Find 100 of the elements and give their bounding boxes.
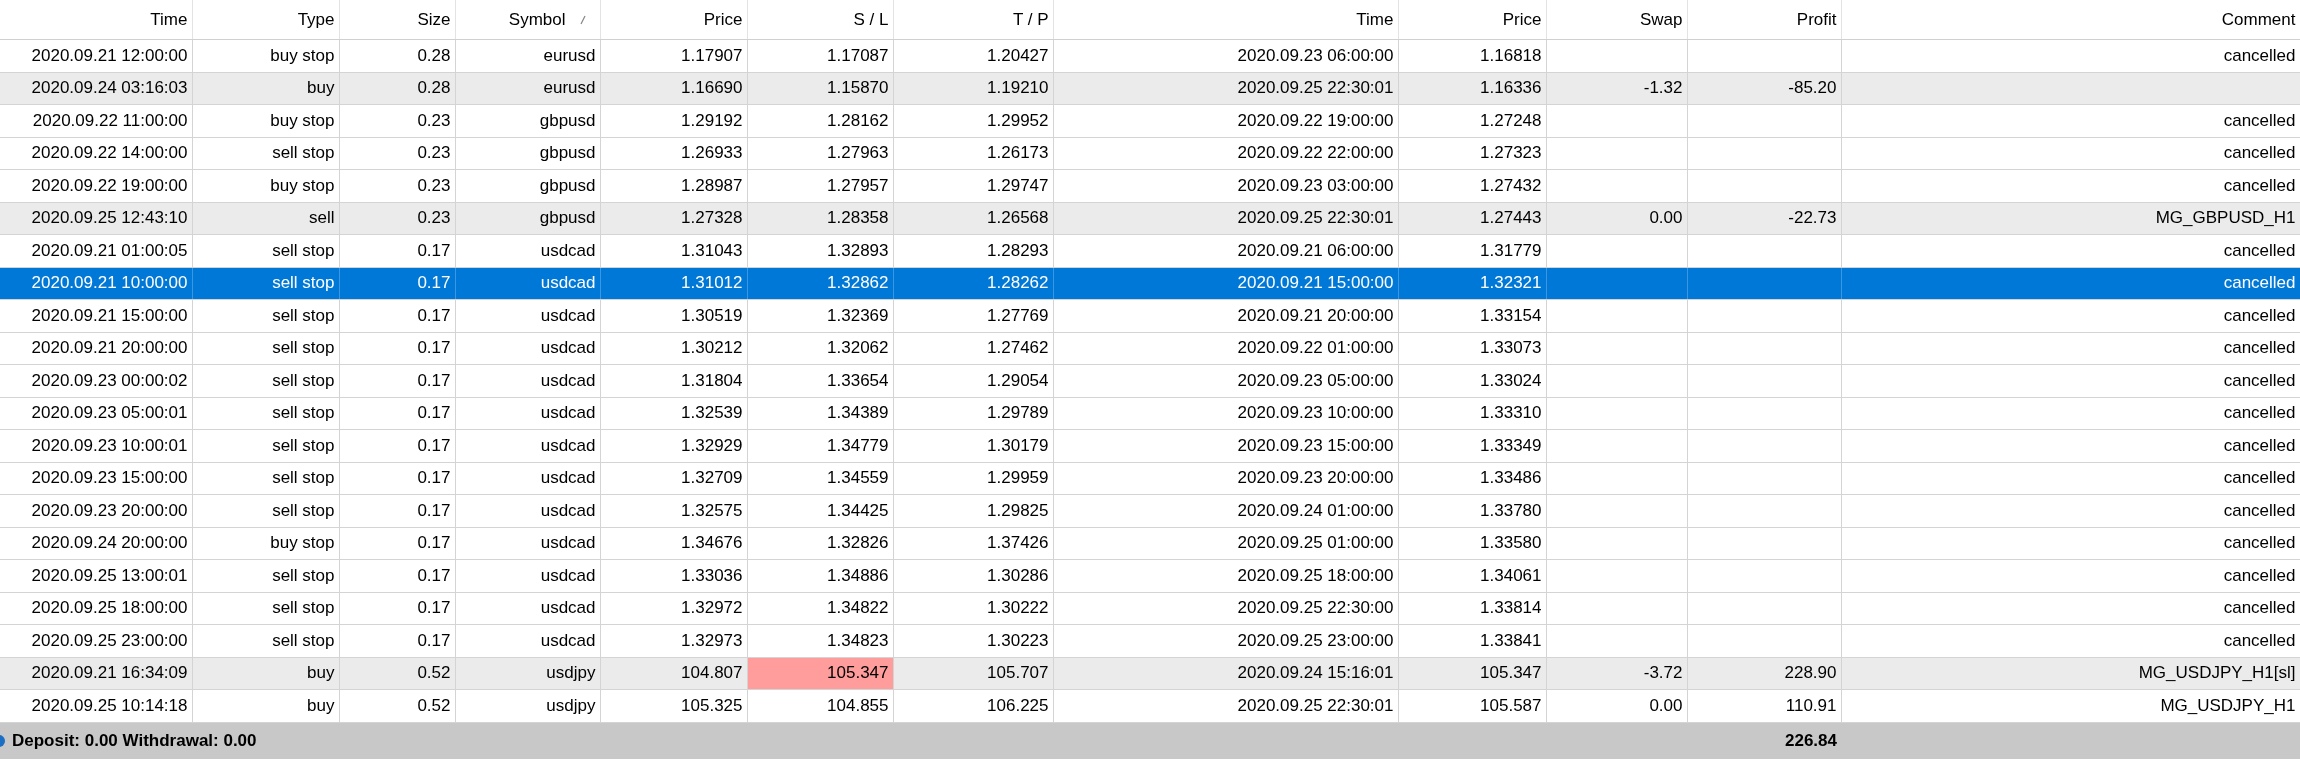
deposit-summary: Deposit: 0.00 Withdrawal: 0.00 — [12, 730, 257, 751]
table-row[interactable]: 2020.09.22 11:00:00 buy stop 0.23 gbpusd 1.29192 1.28162 1.29952 2020.09.22 19:00:00 1.27248 cancelled — [0, 104, 2300, 137]
table-cell: cancelled — [1841, 592, 2300, 625]
column-header[interactable]: T / P — [893, 0, 1053, 40]
table-cell: buy stop — [192, 39, 339, 72]
table-row[interactable]: 2020.09.23 05:00:01 sell stop 0.17 usdcad 1.32539 1.34389 1.29789 2020.09.23 10:00:00 1.33310 cancelled — [0, 397, 2300, 430]
table-cell: 1.33349 — [1398, 429, 1546, 462]
table-row[interactable]: 2020.09.23 10:00:01 sell stop 0.17 usdcad 1.32929 1.34779 1.30179 2020.09.23 15:00:00 1.33349 cancelled — [0, 429, 2300, 462]
table-cell: 0.17 — [339, 397, 455, 430]
table-cell: 105.347 — [747, 657, 893, 690]
table-cell: 2020.09.21 15:00:00 — [1053, 267, 1398, 300]
column-header[interactable]: Price — [600, 0, 747, 40]
table-cell: 104.855 — [747, 689, 893, 722]
table-cell: sell stop — [192, 429, 339, 462]
table-cell: 1.32893 — [747, 234, 893, 267]
table-row[interactable]: 2020.09.21 01:00:05 sell stop 0.17 usdcad 1.31043 1.32893 1.28293 2020.09.21 06:00:00 1.31779 cancelled — [0, 234, 2300, 267]
table-row[interactable]: 2020.09.21 12:00:00 buy stop 0.28 eurusd 1.17907 1.17087 1.20427 2020.09.23 06:00:00 1.16818 cancelled — [0, 39, 2300, 72]
table-cell: 1.34822 — [747, 592, 893, 625]
table-cell: 2020.09.23 15:00:00 — [1053, 429, 1398, 462]
table-row[interactable]: 2020.09.25 23:00:00 sell stop 0.17 usdcad 1.32973 1.34823 1.30223 2020.09.25 23:00:00 1.33841 cancelled — [0, 624, 2300, 657]
table-cell: buy — [192, 72, 339, 105]
table-cell: 2020.09.21 10:00:00 — [0, 267, 192, 300]
table-cell: 2020.09.22 14:00:00 — [0, 137, 192, 170]
column-header[interactable]: Price — [1398, 0, 1546, 40]
table-cell: 228.90 — [1687, 657, 1841, 690]
column-header[interactable]: S / L — [747, 0, 893, 40]
table-cell: 1.28358 — [747, 202, 893, 235]
table-cell: 1.33073 — [1398, 332, 1546, 365]
table-cell: 1.15870 — [747, 72, 893, 105]
table-cell: 2020.09.22 11:00:00 — [0, 104, 192, 137]
table-cell: 0.17 — [339, 267, 455, 300]
table-cell: 1.32062 — [747, 332, 893, 365]
table-row[interactable]: 2020.09.23 20:00:00 sell stop 0.17 usdcad 1.32575 1.34425 1.29825 2020.09.24 01:00:00 1.33780 cancelled — [0, 494, 2300, 527]
table-row[interactable]: 2020.09.25 12:43:10 sell 0.23 gbpusd 1.27328 1.28358 1.26568 2020.09.25 22:30:01 1.27443 0.00 -22.73 MG_GBPUSD_H1 — [0, 202, 2300, 235]
table-row[interactable]: 2020.09.25 10:14:18 buy 0.52 usdjpy 105.325 104.855 106.225 2020.09.25 22:30:01 105.587 0.00 110.91 MG_USDJPY_H1 — [0, 689, 2300, 722]
total-profit: 226.84 — [1687, 722, 1841, 759]
table-cell: 1.27769 — [893, 299, 1053, 332]
table-row[interactable]: 2020.09.21 15:00:00 sell stop 0.17 usdcad 1.30519 1.32369 1.27769 2020.09.21 20:00:00 1.33154 cancelled — [0, 299, 2300, 332]
table-cell: 1.32973 — [600, 624, 747, 657]
table-cell: 1.37426 — [893, 527, 1053, 560]
table-cell: 104.807 — [600, 657, 747, 690]
table-cell: 1.17087 — [747, 39, 893, 72]
table-cell: sell stop — [192, 234, 339, 267]
table-row[interactable]: 2020.09.22 19:00:00 buy stop 0.23 gbpusd 1.28987 1.27957 1.29747 2020.09.23 03:00:00 1.27432 cancelled — [0, 169, 2300, 202]
table-row[interactable]: 2020.09.25 13:00:01 sell stop 0.17 usdcad 1.33036 1.34886 1.30286 2020.09.25 18:00:00 1.34061 cancelled — [0, 559, 2300, 592]
table-cell: 1.16690 — [600, 72, 747, 105]
table-cell: 1.27432 — [1398, 169, 1546, 202]
table-cell: sell stop — [192, 624, 339, 657]
table-cell: usdcad — [455, 299, 600, 332]
table-cell: cancelled — [1841, 559, 2300, 592]
table-cell: 1.29789 — [893, 397, 1053, 430]
table-cell: cancelled — [1841, 494, 2300, 527]
table-cell: 0.17 — [339, 559, 455, 592]
column-header[interactable]: Type — [192, 0, 339, 40]
table-cell: -1.32 — [1546, 72, 1687, 105]
table-cell: sell stop — [192, 332, 339, 365]
table-cell: MG_USDJPY_H1 — [1841, 689, 2300, 722]
column-header[interactable]: Swap — [1546, 0, 1687, 40]
table-row[interactable]: 2020.09.21 10:00:00 sell stop 0.17 usdcad 1.31012 1.32862 1.28262 2020.09.21 15:00:00 1.32321 cancelled — [0, 267, 2300, 300]
table-cell: 2020.09.25 22:30:01 — [1053, 202, 1398, 235]
table-row[interactable]: 2020.09.21 20:00:00 sell stop 0.17 usdcad 1.30212 1.32062 1.27462 2020.09.22 01:00:00 1.33073 cancelled — [0, 332, 2300, 365]
table-cell: 0.00 — [1546, 689, 1687, 722]
table-row[interactable]: 2020.09.22 14:00:00 sell stop 0.23 gbpusd 1.26933 1.27963 1.26173 2020.09.22 22:00:00 1.27323 cancelled — [0, 137, 2300, 170]
table-row[interactable]: 2020.09.24 03:16:03 buy 0.28 eurusd 1.16690 1.15870 1.19210 2020.09.25 22:30:01 1.16336 -1.32 -85.20 — [0, 72, 2300, 105]
table-cell: 2020.09.21 15:00:00 — [0, 299, 192, 332]
table-cell: 2020.09.22 19:00:00 — [1053, 104, 1398, 137]
table-cell: 2020.09.21 20:00:00 — [0, 332, 192, 365]
table-cell: usdcad — [455, 267, 600, 300]
table-cell: 2020.09.23 00:00:02 — [0, 364, 192, 397]
table-row[interactable]: 2020.09.21 16:34:09 buy 0.52 usdjpy 104.807 105.347 105.707 2020.09.24 15:16:01 105.347 -3.72 228.90 MG_USDJPY_H1[sl] — [0, 657, 2300, 690]
column-header[interactable]: Profit — [1687, 0, 1841, 40]
table-cell: -3.72 — [1546, 657, 1687, 690]
table-row[interactable]: 2020.09.25 18:00:00 sell stop 0.17 usdcad 1.32972 1.34822 1.30222 2020.09.25 22:30:00 1.33814 cancelled — [0, 592, 2300, 625]
table-row[interactable]: 2020.09.24 20:00:00 buy stop 0.17 usdcad 1.34676 1.32826 1.37426 2020.09.25 01:00:00 1.33580 cancelled — [0, 527, 2300, 560]
table-cell: 2020.09.23 05:00:01 — [0, 397, 192, 430]
table-cell: cancelled — [1841, 104, 2300, 137]
table-row[interactable]: 2020.09.23 15:00:00 sell stop 0.17 usdcad 1.32709 1.34559 1.29959 2020.09.23 20:00:00 1.33486 cancelled — [0, 462, 2300, 495]
table-cell: usdcad — [455, 234, 600, 267]
table-cell: usdcad — [455, 592, 600, 625]
table-cell: 2020.09.24 15:16:01 — [1053, 657, 1398, 690]
table-cell: 2020.09.21 12:00:00 — [0, 39, 192, 72]
table-cell: sell stop — [192, 592, 339, 625]
table-cell: 2020.09.24 20:00:00 — [0, 527, 192, 560]
table-cell: 1.32369 — [747, 299, 893, 332]
table-cell: sell stop — [192, 462, 339, 495]
table-row[interactable]: 2020.09.23 00:00:02 sell stop 0.17 usdcad 1.31804 1.33654 1.29054 2020.09.23 05:00:00 1.33024 cancelled — [0, 364, 2300, 397]
table-cell: 0.17 — [339, 462, 455, 495]
column-header[interactable]: Time — [1053, 0, 1398, 40]
table-cell: 1.27443 — [1398, 202, 1546, 235]
table-cell: 0.17 — [339, 592, 455, 625]
column-header[interactable]: Symbol — [455, 0, 600, 40]
table-cell: 1.30179 — [893, 429, 1053, 462]
table-cell: 1.32826 — [747, 527, 893, 560]
table-cell: 2020.09.24 03:16:03 — [0, 72, 192, 105]
column-header[interactable]: Comment — [1841, 0, 2300, 40]
column-header[interactable]: Time — [0, 0, 192, 40]
table-cell: 0.23 — [339, 169, 455, 202]
table-cell: 1.33024 — [1398, 364, 1546, 397]
table-cell: 2020.09.22 01:00:00 — [1053, 332, 1398, 365]
column-header[interactable]: Size — [339, 0, 455, 40]
